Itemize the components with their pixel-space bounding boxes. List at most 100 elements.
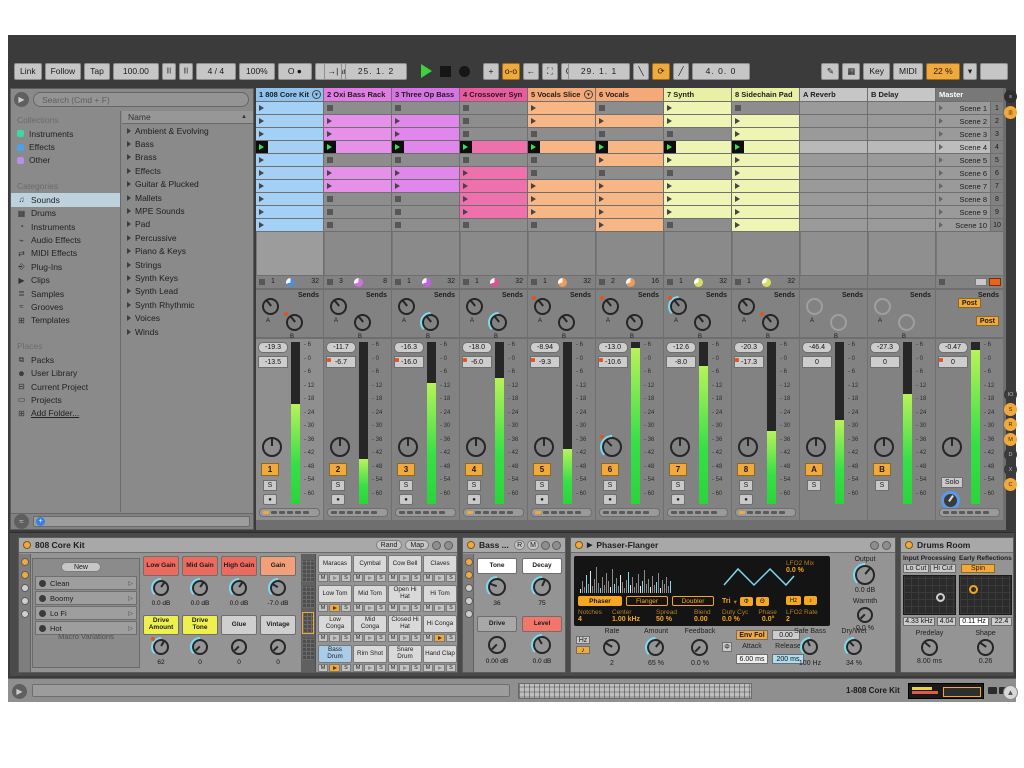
pad-play-button[interactable] xyxy=(364,634,375,642)
macro-knob[interactable] xyxy=(231,580,247,596)
automation-arm-button[interactable]: + xyxy=(483,63,499,80)
clip-slot[interactable] xyxy=(732,206,799,218)
phase-value[interactable]: 0.0° xyxy=(762,616,775,623)
track-header[interactable]: 1 808 Core Kit▾ xyxy=(256,88,323,101)
device-on-icon[interactable] xyxy=(905,541,913,549)
follow-arrow-icon[interactable]: →| xyxy=(324,63,342,80)
send-a-knob[interactable] xyxy=(738,298,755,315)
solo-button[interactable]: S xyxy=(399,480,413,491)
sidebar-item-other[interactable]: Other xyxy=(11,154,120,167)
folder-expand-icon[interactable] xyxy=(127,195,131,201)
clip-slot[interactable] xyxy=(324,219,391,231)
feedback-knob[interactable] xyxy=(691,639,708,656)
clip-slot[interactable] xyxy=(596,180,663,192)
folder-expand-icon[interactable] xyxy=(127,275,131,281)
rack-strip-icon[interactable] xyxy=(465,584,473,592)
clip-slot[interactable] xyxy=(664,167,731,179)
follow-button[interactable]: Follow xyxy=(45,63,82,80)
clip-slot[interactable] xyxy=(596,206,663,218)
mode-flanger-button[interactable]: Flanger xyxy=(626,596,668,606)
send-a-knob[interactable] xyxy=(874,298,891,315)
solo-button[interactable]: S xyxy=(739,480,753,491)
rack-strip-icon[interactable] xyxy=(21,597,29,605)
bass-param-value[interactable]: 75 xyxy=(522,600,562,607)
pan-knob[interactable] xyxy=(602,437,622,457)
clip-slot[interactable] xyxy=(528,141,595,153)
save-preset-icon[interactable] xyxy=(444,541,453,550)
folder-expand-icon[interactable] xyxy=(127,288,131,294)
peak-level-value[interactable]: -27.3 xyxy=(870,342,900,353)
drum-pad-mid-tom[interactable]: Mid TomMS xyxy=(353,585,387,612)
browser-folder-row[interactable]: Synth Lead xyxy=(122,285,253,298)
clip-slot[interactable] xyxy=(460,206,527,218)
send-b-knob[interactable] xyxy=(830,314,847,331)
variation-row[interactable]: Boomy▷ xyxy=(35,591,137,605)
pad-solo-button[interactable]: S xyxy=(411,574,421,582)
device-title[interactable]: Drums Room xyxy=(917,540,970,550)
folder-expand-icon[interactable] xyxy=(127,181,131,187)
scene-row[interactable]: Scene 55 xyxy=(936,154,1003,166)
pad-mute-button[interactable]: M xyxy=(353,574,363,582)
arm-button[interactable]: ● xyxy=(467,494,481,505)
send-b-knob[interactable] xyxy=(694,314,711,331)
macro-knob[interactable] xyxy=(270,580,286,596)
clip-slot[interactable] xyxy=(460,193,527,205)
folder-expand-icon[interactable] xyxy=(127,248,131,254)
clip-slot[interactable] xyxy=(392,206,459,218)
variation-camera-icon[interactable] xyxy=(39,595,46,602)
clip-slot[interactable] xyxy=(324,154,391,166)
scene-row[interactable]: Scene 11 xyxy=(936,102,1003,114)
link-button[interactable]: Link xyxy=(14,63,42,80)
scene-play-icon[interactable] xyxy=(939,222,943,228)
pad-play-button[interactable] xyxy=(399,664,410,672)
sidebar-item-projects[interactable]: ▭Projects xyxy=(11,393,120,406)
browser-folder-row[interactable]: Synth Rhythmic xyxy=(122,298,253,311)
rate-sync-button[interactable]: ♪ xyxy=(576,646,590,654)
bass-param-value[interactable]: 0.0 dB xyxy=(522,658,562,665)
macro-value[interactable]: -7.0 dB xyxy=(260,600,296,607)
clip-slot[interactable] xyxy=(256,206,323,218)
stop-all-clips-button[interactable] xyxy=(395,279,401,285)
play-button[interactable] xyxy=(418,63,434,79)
rack-strip-icon[interactable] xyxy=(21,610,29,618)
folder-expand-icon[interactable] xyxy=(127,128,131,134)
pad-solo-button[interactable]: S xyxy=(341,604,351,612)
mixer-toggle-io[interactable]: IO xyxy=(1004,388,1017,401)
duty-value[interactable]: 0.0 % xyxy=(722,616,740,623)
pan-knob[interactable] xyxy=(466,437,486,457)
lfo-phase-button[interactable]: Φ xyxy=(740,597,753,606)
pad-play-button[interactable] xyxy=(434,604,445,612)
volume-value[interactable]: 0 xyxy=(802,356,832,368)
solo-button[interactable]: S xyxy=(263,480,277,491)
clip-slot[interactable] xyxy=(528,102,595,114)
pad-play-button[interactable] xyxy=(364,604,375,612)
track-activator-button[interactable]: A xyxy=(805,463,823,476)
drum-pad-low-conga[interactable]: Low CongaMS xyxy=(318,615,352,642)
clip-slot[interactable] xyxy=(460,128,527,140)
pad-play-button[interactable] xyxy=(329,634,340,642)
dry-wet-knob[interactable] xyxy=(846,639,862,655)
clip-slot[interactable] xyxy=(392,128,459,140)
pad-solo-button[interactable]: S xyxy=(411,664,421,672)
clip-slot[interactable] xyxy=(528,193,595,205)
scene-play-icon[interactable] xyxy=(939,105,943,111)
lfo2-hz-button[interactable]: Hz xyxy=(786,596,801,605)
pad-play-button[interactable] xyxy=(399,604,410,612)
pad-play-button[interactable] xyxy=(434,664,445,672)
clip-slot[interactable] xyxy=(460,167,527,179)
scene-play-icon[interactable] xyxy=(939,209,943,215)
clip-slot[interactable] xyxy=(664,102,731,114)
clip-slot[interactable] xyxy=(528,206,595,218)
device-chain-mini-overview[interactable] xyxy=(908,683,984,699)
pad-solo-button[interactable]: S xyxy=(376,634,386,642)
arm-button[interactable]: ● xyxy=(603,494,617,505)
clip-slot[interactable] xyxy=(664,141,731,153)
macro-knob[interactable] xyxy=(153,639,169,655)
sidebar-item-clips[interactable]: ▶Clips xyxy=(11,274,120,287)
session-record-button[interactable]: o‑o xyxy=(502,63,520,80)
clip-slot[interactable] xyxy=(324,206,391,218)
clip-slot[interactable] xyxy=(324,102,391,114)
browser-folder-row[interactable]: Percussive xyxy=(122,231,253,244)
clip-slot[interactable] xyxy=(732,115,799,127)
solo-button[interactable]: S xyxy=(467,480,481,491)
